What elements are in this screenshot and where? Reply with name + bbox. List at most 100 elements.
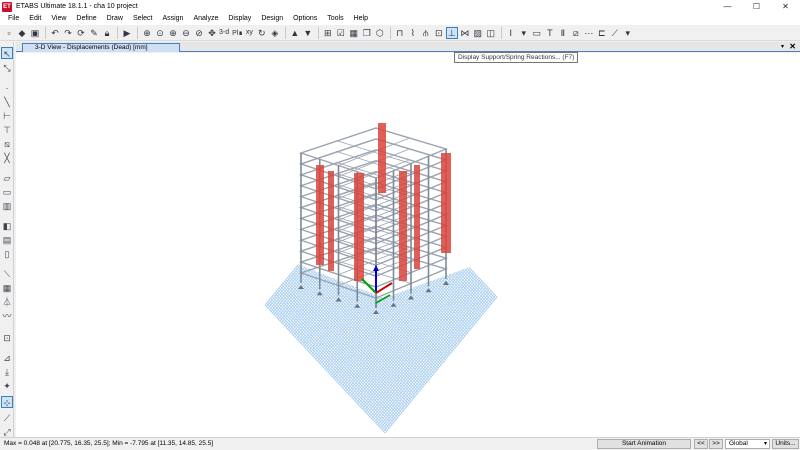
deformed-shape-icon[interactable]: ⌇ <box>407 27 419 39</box>
maximize-button[interactable]: ☐ <box>742 0 771 13</box>
grid-icon[interactable]: ▦ <box>348 27 360 39</box>
frame-icon[interactable]: ⊓ <box>394 27 406 39</box>
xy-view-button[interactable]: xy <box>246 29 253 36</box>
refresh-icon[interactable]: ⟳ <box>75 27 87 39</box>
line-style-icon[interactable]: ⋯ <box>583 27 595 39</box>
run-analysis-icon[interactable]: ▶ <box>121 27 133 39</box>
draw-pier-icon[interactable]: ▯ <box>1 248 13 260</box>
prev-step-button[interactable]: << <box>694 439 708 449</box>
shell-stresses-icon[interactable]: ▨ <box>472 27 484 39</box>
text-icon[interactable]: I <box>505 27 517 39</box>
support-reactions-icon[interactable]: ⊥ <box>445 26 458 39</box>
undo-icon[interactable]: ↶ <box>49 27 61 39</box>
draw-rect-floor-icon[interactable]: ▭ <box>1 186 13 198</box>
rectangle-icon[interactable]: ▭ <box>531 27 543 39</box>
menu-design[interactable]: Design <box>256 13 288 25</box>
menu-draw[interactable]: Draw <box>102 13 128 25</box>
draw-slab-rebar-icon[interactable]: 〰 <box>1 310 13 322</box>
draw-secondary-beam-icon[interactable]: ╳ <box>1 152 13 164</box>
left-toolbar: ↖ ⤡ · ╲ ⊢ ⊤ ⧅ ╳ ▱ ▭ ▥ ◧ ▤ ▯ ⟍ ▦ ⏃ 〰 ⊡ ⊿ … <box>0 42 14 438</box>
copy-icon[interactable]: ❐ <box>361 27 373 39</box>
forces-icon[interactable]: ⫛ <box>420 27 432 39</box>
menu-select[interactable]: Select <box>128 13 157 25</box>
window-title: ETABS Ultimate 18.1.1 - cha 10 project <box>16 3 138 10</box>
next-step-button[interactable]: >> <box>709 439 723 449</box>
pointer-select-icon[interactable]: ↖ <box>1 47 13 59</box>
shells-icon[interactable]: ⊡ <box>433 27 445 39</box>
snap-grid-icon[interactable]: ⊹ <box>1 396 13 408</box>
perspective-icon[interactable]: ◈ <box>269 27 281 39</box>
draw-joint-icon[interactable]: · <box>1 82 13 94</box>
select-all-icon[interactable]: ⊞ <box>322 27 334 39</box>
plan-view-button[interactable]: Pl∎ <box>232 29 243 37</box>
draw-floor-icon[interactable]: ▱ <box>1 172 13 184</box>
zoom-restore-icon[interactable]: ⊙ <box>154 27 166 39</box>
draw-wall-stack-icon[interactable]: ▤ <box>1 234 13 246</box>
frame-forces-icon[interactable]: ⋈ <box>459 27 471 39</box>
menu-define[interactable]: Define <box>71 13 101 25</box>
menu-analyze[interactable]: Analyze <box>188 13 223 25</box>
draw-strip-icon[interactable]: ⊡ <box>1 332 13 344</box>
beam-icon[interactable]: T <box>544 27 556 39</box>
draw-wall-icon[interactable]: ▥ <box>1 200 13 212</box>
pencil-icon[interactable]: ✎ <box>88 27 100 39</box>
menu-display[interactable]: Display <box>223 13 256 25</box>
pan-icon[interactable]: ✥ <box>206 27 218 39</box>
assign-load-icon[interactable]: ⤓ <box>1 366 13 378</box>
draw-link-icon[interactable]: ⟍ <box>1 268 13 280</box>
zoom-out-icon[interactable]: ⊖ <box>180 27 192 39</box>
redo-icon[interactable]: ↷ <box>62 27 74 39</box>
menu-file[interactable]: File <box>3 13 24 25</box>
animation-icon[interactable]: ◫ <box>485 27 497 39</box>
check-icon[interactable]: ☑ <box>335 27 347 39</box>
reshape-icon[interactable]: ⤡ <box>1 62 13 74</box>
assign-support-icon[interactable]: ⊿ <box>1 352 13 364</box>
zoom-previous-icon[interactable]: ⊘ <box>193 27 205 39</box>
column-icon[interactable]: Ⅱ <box>557 27 569 39</box>
minimize-button[interactable]: — <box>713 0 742 13</box>
open-icon[interactable]: ◆ <box>16 27 28 39</box>
dropdown-icon[interactable]: ▾ <box>518 27 530 39</box>
draw-beam-icon[interactable]: ⊢ <box>1 110 13 122</box>
chevron-down-icon: ▾ <box>763 441 767 447</box>
menu-assign[interactable]: Assign <box>157 13 188 25</box>
document-tab-strip: 3-D View - Displacements (Dead) [mm] ▾ ✕ <box>16 42 800 52</box>
draw-column-icon[interactable]: ⊤ <box>1 124 13 136</box>
zoom-in-icon[interactable]: ⊕ <box>167 27 179 39</box>
tab-list-dropdown-icon[interactable]: ▾ <box>781 42 784 52</box>
close-button[interactable]: ✕ <box>771 0 800 13</box>
draw-frame-icon[interactable]: ╲ <box>1 96 13 108</box>
draw-grid-icon[interactable]: ▦ <box>1 282 13 294</box>
section-icon[interactable]: ⊏ <box>596 27 608 39</box>
draw-opening-icon[interactable]: ◧ <box>1 220 13 232</box>
draw-brace-icon[interactable]: ⧅ <box>1 138 13 150</box>
menu-view[interactable]: View <box>46 13 71 25</box>
draw-tendon-icon[interactable]: ⏃ <box>1 296 13 308</box>
menu-options[interactable]: Options <box>288 13 322 25</box>
lock-icon[interactable]: 🔒︎ <box>101 27 113 39</box>
move-up-icon[interactable]: ▲ <box>289 27 301 39</box>
tab-close-icon[interactable]: ✕ <box>789 42 796 52</box>
brace-icon[interactable]: ⧄ <box>570 27 582 39</box>
menu-help[interactable]: Help <box>349 13 373 25</box>
model-viewport[interactable] <box>16 53 800 437</box>
object-shrink-icon[interactable]: ⬡ <box>374 27 386 39</box>
snap-icon[interactable]: ✦ <box>1 380 13 392</box>
menu-edit[interactable]: Edit <box>24 13 46 25</box>
shear-wall <box>316 165 324 265</box>
more-tools-icon[interactable]: ▾ <box>622 27 634 39</box>
measure-icon[interactable]: ⟋ <box>1 412 13 424</box>
save-icon[interactable]: ▣ <box>29 27 41 39</box>
tab-3d-view[interactable]: 3-D View - Displacements (Dead) [mm] <box>22 43 180 52</box>
menu-tools[interactable]: Tools <box>322 13 348 25</box>
new-model-icon[interactable]: ▫ <box>3 27 15 39</box>
toolbar-separator <box>317 26 319 39</box>
zoom-window-icon[interactable]: ⊕ <box>141 27 153 39</box>
draw-line-icon[interactable]: ⟋ <box>609 27 621 39</box>
rotate-icon[interactable]: ↻ <box>256 27 268 39</box>
coordinate-system-select[interactable]: Global ▾ <box>725 439 770 449</box>
move-down-icon[interactable]: ▼ <box>302 27 314 39</box>
start-animation-button[interactable]: Start Animation <box>597 439 691 449</box>
units-button[interactable]: Units... <box>772 439 799 449</box>
view-3d-button[interactable]: 3-d <box>219 29 229 36</box>
